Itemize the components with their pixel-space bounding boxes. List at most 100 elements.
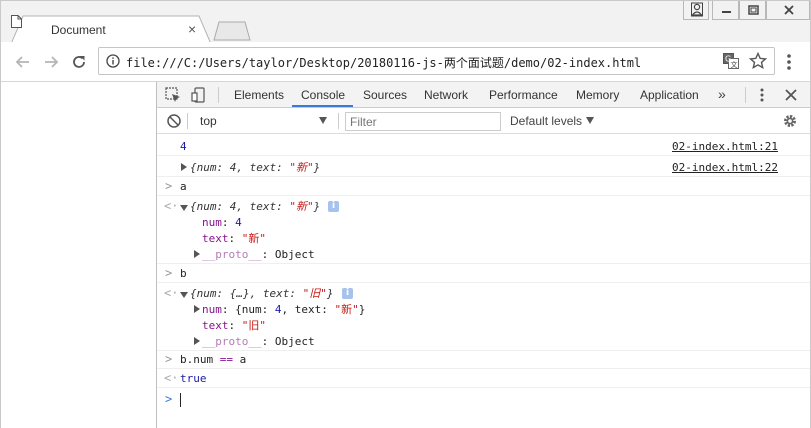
nested-prefix: {num: (235, 303, 275, 316)
filter-separator (187, 113, 188, 129)
object-summary[interactable]: {num: 4, text: "新"} (190, 160, 320, 175)
console-message: {num: 4, text: "新"} 02-index.html:22 (157, 156, 810, 177)
console-result: <· {num: {…}, text: "旧"} i num: {num: 4,… (157, 283, 810, 351)
expand-triangle-icon[interactable] (194, 250, 200, 258)
object-summary[interactable]: {num: {…}, text: "旧"} (190, 286, 333, 301)
expand-triangle-icon[interactable] (194, 337, 200, 345)
summary-string: "旧" (302, 287, 327, 300)
tab-console[interactable]: Console (301, 88, 345, 102)
page-viewport[interactable] (0, 82, 157, 428)
minimize-icon (722, 11, 731, 13)
new-tab-button[interactable] (213, 21, 251, 41)
collapse-triangle-icon[interactable] (180, 292, 188, 298)
source-link[interactable]: 02-index.html:21 (672, 139, 778, 154)
back-icon[interactable] (13, 52, 33, 72)
property-value: "旧" (241, 319, 266, 332)
tab-shape (11, 15, 211, 44)
console-input[interactable]: > (157, 388, 810, 410)
summary-suffix: } (313, 161, 321, 174)
property-key: __proto__ (202, 248, 262, 261)
devtools-menu-icon[interactable] (754, 87, 770, 103)
close-window-button[interactable] (766, 1, 810, 20)
filter-separator (338, 113, 339, 129)
tab-separator (218, 87, 219, 103)
source-link[interactable]: 02-index.html:22 (672, 160, 778, 175)
filter-input[interactable] (345, 112, 501, 131)
active-tab-indicator (292, 105, 353, 107)
command-operator: == (219, 353, 233, 366)
user-button[interactable] (683, 1, 709, 20)
clear-console-icon[interactable] (166, 113, 182, 129)
context-label: top (200, 114, 217, 128)
document-icon (11, 15, 22, 28)
property-key: text (202, 232, 229, 245)
nested-number: 4 (274, 303, 282, 316)
console-output[interactable]: 4 02-index.html:21 {num: 4, text: "新"} 0… (157, 135, 810, 428)
expand-triangle-icon[interactable] (181, 163, 187, 171)
more-tabs-button[interactable]: » (718, 86, 726, 102)
tab-sources[interactable]: Sources (363, 88, 407, 102)
nested-string: "新" (334, 303, 359, 316)
console-command: > a (157, 177, 810, 196)
text-cursor (180, 393, 181, 407)
device-toolbar-icon[interactable] (191, 87, 207, 103)
prompt-icon: > (165, 179, 173, 193)
input-prompt-icon: > (165, 392, 173, 406)
forward-icon[interactable] (41, 52, 61, 72)
minimize-button[interactable] (712, 1, 739, 20)
kebab-menu-icon[interactable] (787, 53, 791, 71)
property-text: text: "旧" (202, 319, 266, 332)
console-command: > b (157, 264, 810, 283)
reload-icon[interactable] (69, 52, 89, 72)
summary-string: "新" (289, 161, 314, 174)
tab-performance[interactable]: Performance (489, 88, 558, 102)
property-key: num (202, 303, 222, 316)
tab-memory[interactable]: Memory (576, 88, 619, 102)
command-text: b.num == a (180, 352, 246, 367)
property-key: num (202, 216, 222, 229)
tab-title: Document (51, 23, 106, 37)
close-devtools-icon[interactable] (783, 87, 799, 103)
translate-icon[interactable]: G 文 (723, 53, 739, 69)
command-text: b (180, 267, 187, 280)
star-icon[interactable] (749, 52, 767, 70)
browser-toolbar: file:///C:/Users/taylor/Desktop/20180116… (0, 42, 811, 82)
result-value: true (180, 372, 207, 385)
tab-network[interactable]: Network (424, 88, 468, 102)
restore-button[interactable] (739, 1, 766, 20)
property-proto[interactable]: __proto__: Object (202, 247, 315, 262)
tab-application[interactable]: Application (640, 88, 699, 102)
summary-suffix: } (313, 200, 321, 213)
gear-icon[interactable] (782, 113, 798, 129)
summary-suffix: } (326, 287, 334, 300)
title-bar: Document × (0, 0, 811, 44)
svg-text:文: 文 (731, 60, 738, 69)
devtools-panel: Elements Console Sources Network Perform… (157, 82, 811, 428)
expand-triangle-icon[interactable] (194, 305, 200, 313)
tab-close-icon[interactable]: × (188, 21, 196, 37)
info-badge-icon[interactable]: i (342, 288, 353, 299)
log-value: 4 (180, 140, 187, 153)
info-badge-icon[interactable]: i (328, 201, 339, 212)
collapse-triangle-icon[interactable] (180, 205, 188, 211)
command-lhs: b.num (180, 353, 214, 366)
log-levels-label: Default levels (510, 114, 583, 128)
address-bar[interactable]: file:///C:/Users/taylor/Desktop/20180116… (98, 47, 775, 75)
info-icon[interactable] (106, 54, 120, 68)
property-proto[interactable]: __proto__: Object (202, 334, 315, 349)
tab-separator (745, 87, 746, 103)
object-summary[interactable]: {num: 4, text: "新"} (190, 199, 320, 214)
property-value: Object (274, 335, 315, 348)
log-levels-dropdown[interactable]: Default levels (510, 114, 595, 128)
property-num[interactable]: num: {num: 4, text: "新"} (202, 302, 365, 317)
inspect-element-icon[interactable] (165, 87, 181, 103)
address-url[interactable]: file:///C:/Users/taylor/Desktop/20180116… (126, 54, 641, 71)
context-selector[interactable]: top (192, 113, 332, 129)
prompt-icon: > (165, 352, 173, 366)
summary-string: "新" (289, 200, 314, 213)
command-text: a (180, 180, 187, 193)
tab-elements[interactable]: Elements (234, 88, 284, 102)
dropdown-arrow-icon (586, 117, 595, 124)
console-result: <· true (157, 369, 810, 388)
browser-tab[interactable]: Document × (11, 15, 211, 44)
